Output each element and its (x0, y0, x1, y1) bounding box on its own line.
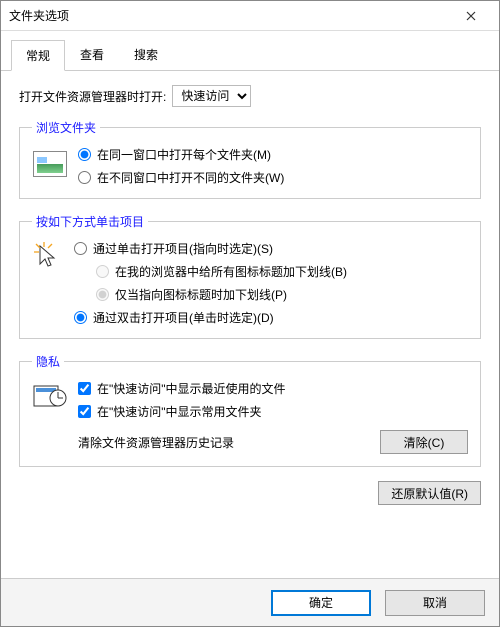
click-items-group: 按如下方式单击项目 通过单击打开项目(指向时选定)(S) 在我的浏览器中给所有图… (19, 213, 481, 339)
radio-single-click[interactable]: 通过单击打开项目(指向时选定)(S) (74, 240, 468, 257)
close-icon (466, 11, 476, 21)
checkbox-recent-files[interactable]: 在"快速访问"中显示最近使用的文件 (78, 380, 468, 397)
clear-history-label: 清除文件资源管理器历史记录 (78, 434, 380, 451)
privacy-legend: 隐私 (32, 353, 64, 370)
checkbox-recent-files-input[interactable] (78, 382, 91, 395)
tab-view[interactable]: 查看 (65, 39, 119, 70)
dialog-footer: 确定 取消 (1, 578, 499, 626)
tab-general-label: 常规 (26, 49, 50, 63)
browse-folders-legend: 浏览文件夹 (32, 119, 100, 136)
close-button[interactable] (451, 2, 491, 30)
tab-search[interactable]: 搜索 (119, 39, 173, 70)
radio-underline-hover-input (96, 288, 109, 301)
tabs: 常规 查看 搜索 (1, 31, 499, 71)
radio-underline-all: 在我的浏览器中给所有图标标题加下划线(B) (96, 263, 468, 280)
tab-content: 打开文件资源管理器时打开: 快速访问 浏览文件夹 在同一窗口中打开每个文件夹(M… (1, 71, 499, 578)
titlebar: 文件夹选项 (1, 1, 499, 31)
radio-underline-hover: 仅当指向图标标题时加下划线(P) (96, 286, 468, 303)
tab-search-label: 搜索 (134, 48, 158, 62)
click-items-legend: 按如下方式单击项目 (32, 213, 148, 230)
folder-icon (32, 146, 68, 182)
privacy-icon (32, 380, 68, 410)
open-explorer-select[interactable]: 快速访问 (172, 85, 251, 107)
clear-button[interactable]: 清除(C) (380, 430, 468, 454)
checkbox-frequent-folders-input[interactable] (78, 405, 91, 418)
cursor-icon (32, 240, 64, 272)
radio-single-click-input[interactable] (74, 242, 87, 255)
radio-same-window-label: 在同一窗口中打开每个文件夹(M) (97, 146, 271, 163)
cancel-button[interactable]: 取消 (385, 590, 485, 616)
clear-history-row: 清除文件资源管理器历史记录 清除(C) (78, 430, 468, 454)
radio-same-window[interactable]: 在同一窗口中打开每个文件夹(M) (78, 146, 468, 163)
checkbox-recent-files-label: 在"快速访问"中显示最近使用的文件 (97, 380, 286, 397)
tab-general[interactable]: 常规 (11, 40, 65, 71)
checkbox-frequent-folders[interactable]: 在"快速访问"中显示常用文件夹 (78, 403, 468, 420)
radio-diff-window-input[interactable] (78, 171, 91, 184)
window-title: 文件夹选项 (9, 7, 451, 24)
checkbox-frequent-folders-label: 在"快速访问"中显示常用文件夹 (97, 403, 262, 420)
radio-double-click[interactable]: 通过双击打开项目(单击时选定)(D) (74, 309, 468, 326)
radio-single-click-label: 通过单击打开项目(指向时选定)(S) (93, 240, 273, 257)
radio-diff-window-label: 在不同窗口中打开不同的文件夹(W) (97, 169, 284, 186)
radio-underline-all-label: 在我的浏览器中给所有图标标题加下划线(B) (115, 263, 347, 280)
browse-folders-group: 浏览文件夹 在同一窗口中打开每个文件夹(M) 在不同窗口中打开不同的文件夹(W) (19, 119, 481, 199)
restore-row: 还原默认值(R) (19, 481, 481, 505)
radio-double-click-input[interactable] (74, 311, 87, 324)
radio-double-click-label: 通过双击打开项目(单击时选定)(D) (93, 309, 274, 326)
tab-view-label: 查看 (80, 48, 104, 62)
ok-button[interactable]: 确定 (271, 590, 371, 616)
open-explorer-row: 打开文件资源管理器时打开: 快速访问 (19, 85, 481, 107)
radio-same-window-input[interactable] (78, 148, 91, 161)
open-explorer-label: 打开文件资源管理器时打开: (19, 88, 166, 105)
radio-underline-all-input (96, 265, 109, 278)
privacy-group: 隐私 在"快速访问"中显示最近使用的文件 在"快速访问"中显示常用文件夹 清除文… (19, 353, 481, 467)
radio-underline-hover-label: 仅当指向图标标题时加下划线(P) (115, 286, 287, 303)
radio-diff-window[interactable]: 在不同窗口中打开不同的文件夹(W) (78, 169, 468, 186)
restore-defaults-button[interactable]: 还原默认值(R) (378, 481, 481, 505)
